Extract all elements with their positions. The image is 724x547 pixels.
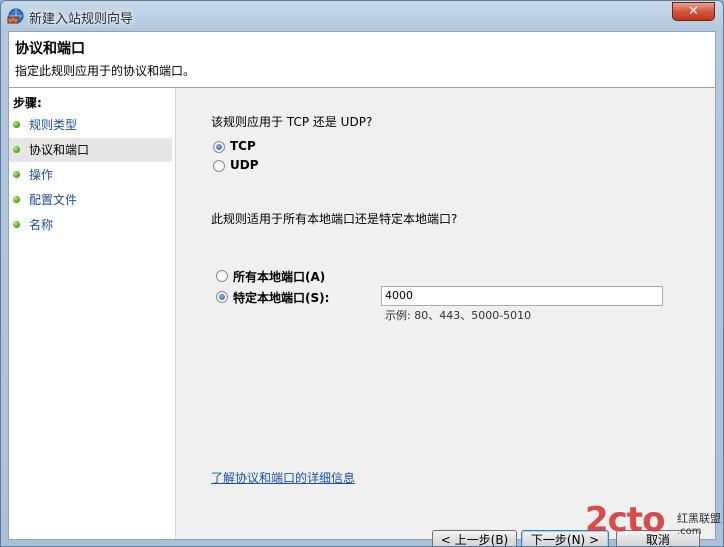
all-ports-radio[interactable] <box>216 270 228 282</box>
step-bullet-icon <box>13 146 20 153</box>
specific-ports-radio[interactable] <box>216 291 228 303</box>
client-area: 协议和端口 指定此规则应用于的协议和端口。 步骤: 规则类型 协议和端口 操作 … <box>8 31 716 546</box>
sidebar-item-name[interactable]: 名称 <box>9 213 172 237</box>
sidebar-item-protocol-ports[interactable]: 协议和端口 <box>9 138 172 162</box>
wizard-window: 新建入站规则向导 ✕ 协议和端口 指定此规则应用于的协议和端口。 步骤: 规则类… <box>0 0 724 547</box>
port-example: 示例: 80、443、5000-5010 <box>385 309 532 322</box>
page-description: 指定此规则应用于的协议和端口。 <box>15 64 196 78</box>
step-bullet-icon <box>13 196 20 203</box>
watermark-url: .com <box>677 526 702 537</box>
firewall-icon <box>7 8 24 24</box>
udp-label[interactable]: UDP <box>230 158 259 172</box>
sidebar-item-label: 配置文件 <box>29 193 78 207</box>
steps-sidebar: 步骤: 规则类型 协议和端口 操作 配置文件 名称 <box>9 88 176 539</box>
protocol-question: 该规则应用于 TCP 还是 UDP? <box>211 115 373 129</box>
tcp-label[interactable]: TCP <box>230 139 256 153</box>
sidebar-item-profile[interactable]: 配置文件 <box>9 188 172 212</box>
title-bar[interactable]: 新建入站规则向导 ✕ <box>1 1 723 31</box>
sidebar-item-label: 协议和端口 <box>29 143 90 157</box>
specific-ports-label[interactable]: 特定本地端口(S): <box>233 289 329 306</box>
ports-question: 此规则适用于所有本地端口还是特定本地端口? <box>211 212 458 226</box>
watermark-subtext: 红黑联盟 <box>677 512 721 525</box>
steps-label: 步骤: <box>13 96 42 110</box>
page-title: 协议和端口 <box>15 41 85 57</box>
tcp-radio[interactable] <box>213 141 225 153</box>
udp-radio[interactable] <box>213 160 225 172</box>
sidebar-item-label: 名称 <box>29 218 54 232</box>
back-button[interactable]: < 上一步(B) <box>432 530 517 546</box>
close-icon: ✕ <box>688 4 699 19</box>
window-title: 新建入站规则向导 <box>29 12 134 27</box>
sidebar-item-rule-type[interactable]: 规则类型 <box>9 113 172 137</box>
sidebar-item-label: 操作 <box>29 168 54 182</box>
sidebar-item-action[interactable]: 操作 <box>9 163 172 187</box>
step-bullet-icon <box>13 121 20 128</box>
all-ports-label[interactable]: 所有本地端口(A) <box>233 268 325 285</box>
close-button[interactable]: ✕ <box>672 2 715 21</box>
step-bullet-icon <box>13 221 20 228</box>
content-panel: 该规则应用于 TCP 还是 UDP? TCP UDP 此规则适用于所有本地端口还… <box>176 88 715 546</box>
port-input[interactable]: 4000 <box>381 286 663 306</box>
info-link[interactable]: 了解协议和端口的详细信息 <box>211 469 355 486</box>
watermark-text: 2cto <box>585 500 665 540</box>
wizard-header: 协议和端口 指定此规则应用于的协议和端口。 <box>9 32 715 88</box>
watermark-logo: 2cto 红黑联盟 .com <box>585 500 724 546</box>
step-bullet-icon <box>13 171 20 178</box>
sidebar-item-label: 规则类型 <box>29 118 78 132</box>
